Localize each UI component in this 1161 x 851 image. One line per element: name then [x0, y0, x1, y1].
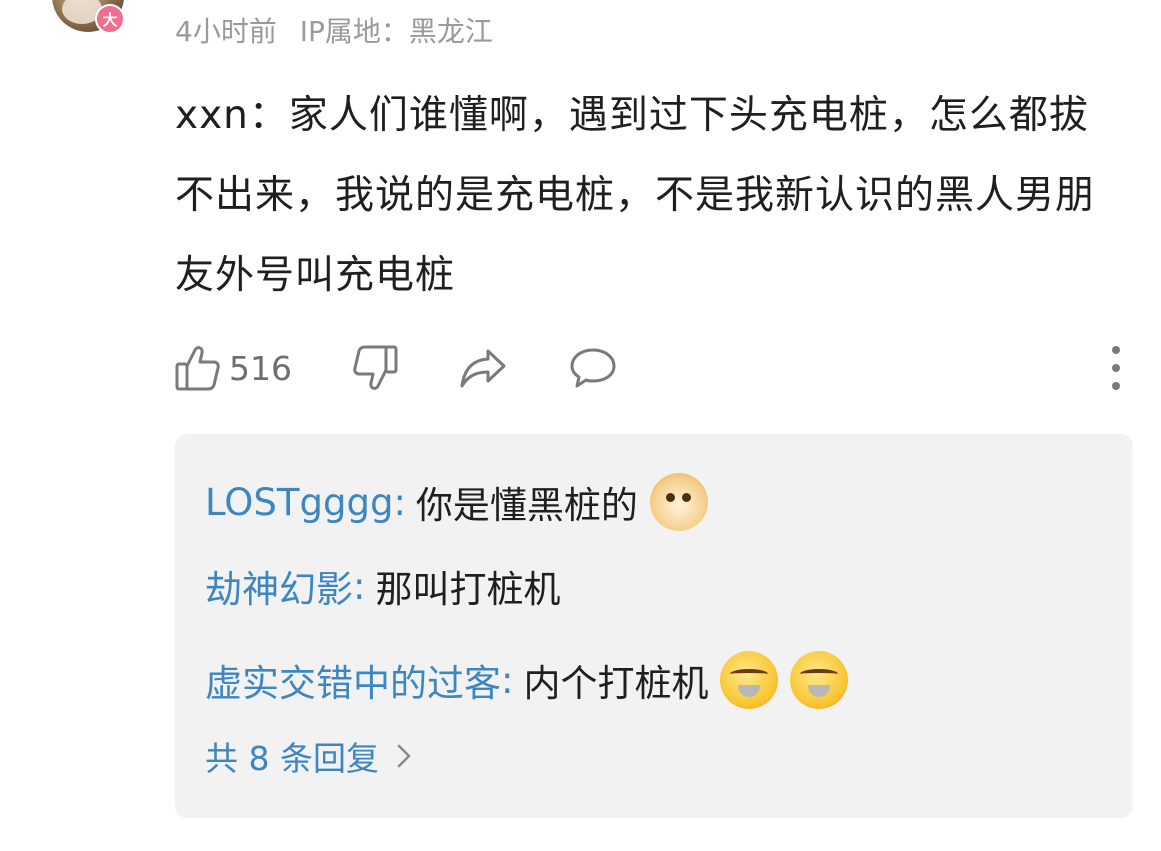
- comment-meta: 4小时前 IP属地：黑龙江: [175, 10, 493, 50]
- like-button[interactable]: 516: [175, 344, 292, 392]
- thumbs-up-icon: [175, 344, 221, 392]
- level-badge: 大: [95, 4, 125, 34]
- more-replies-label: 共 8 条回复: [205, 739, 379, 778]
- reply-username[interactable]: 劫神幻影: [205, 559, 353, 613]
- like-count: 516: [229, 348, 292, 388]
- doge-emoji-icon: [649, 473, 708, 531]
- replies-panel: LOSTgggg: 你是懂黑桩的 劫神幻影: 那叫打桩机 虚实交错中的过客: 内个打桩…: [175, 434, 1133, 818]
- comment-ip-location: IP属地：黑龙江: [299, 15, 493, 48]
- reply-colon: :: [353, 564, 366, 608]
- grin-emoji-icon: [720, 651, 779, 709]
- reply-item: LOSTgggg: 你是懂黑桩的: [205, 472, 708, 532]
- reply-content: 内个打桩机: [523, 662, 709, 705]
- reply-content: 你是懂黑桩的: [415, 484, 638, 527]
- share-button[interactable]: [458, 346, 508, 390]
- reply-button[interactable]: [568, 346, 618, 390]
- more-options-button[interactable]: [1098, 346, 1134, 390]
- reply-username[interactable]: LOSTgggg: [205, 481, 393, 524]
- thumbs-down-icon: [352, 344, 398, 392]
- more-dot: [1112, 364, 1120, 372]
- chevron-right-icon: [397, 744, 411, 768]
- comment-time: 4小时前: [175, 15, 277, 48]
- more-dot: [1112, 382, 1120, 390]
- comment-icon: [568, 346, 618, 390]
- reply-content: 那叫打桩机: [375, 568, 561, 611]
- comment-text: xxn：家人们谁懂啊，遇到过下头充电桩，怎么都拔不出来，我说的是充电桩，不是我新…: [175, 93, 1096, 298]
- reply-colon: :: [393, 480, 406, 524]
- more-vertical-icon: [1112, 346, 1120, 354]
- view-more-replies-link[interactable]: 共 8 条回复: [205, 732, 411, 780]
- share-icon: [458, 346, 508, 390]
- reply-item: 劫神幻影: 那叫打桩机: [205, 556, 560, 616]
- reply-colon: :: [501, 658, 514, 702]
- reply-username[interactable]: 虚实交错中的过客: [205, 653, 501, 707]
- comment-actions: 516: [175, 340, 678, 396]
- dislike-button[interactable]: [352, 344, 398, 392]
- reply-item: 虚实交错中的过客: 内个打桩机: [205, 650, 849, 710]
- grin-emoji-icon: [790, 651, 849, 709]
